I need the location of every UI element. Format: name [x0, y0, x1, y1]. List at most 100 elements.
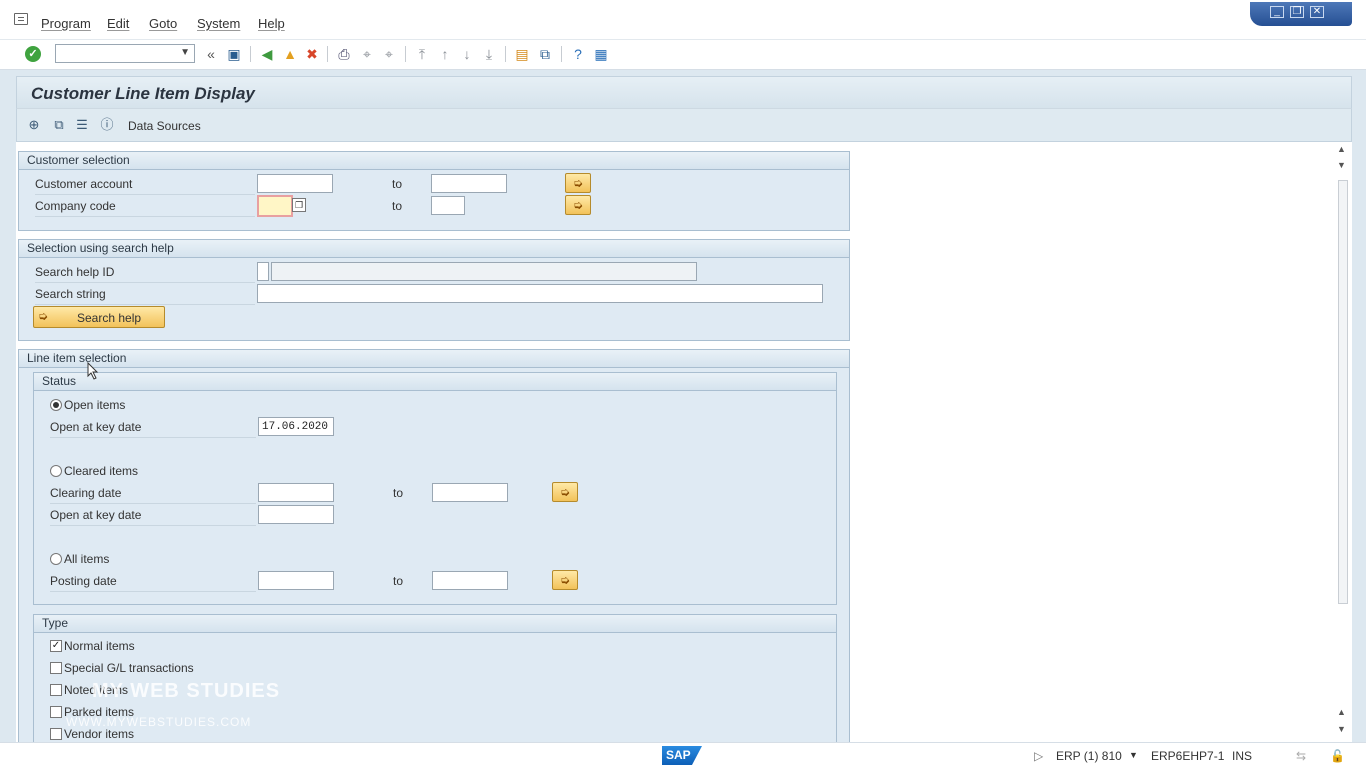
- variant-icon[interactable]: ⧉: [51, 117, 67, 133]
- posting-date-to-input[interactable]: [432, 571, 508, 590]
- scroll-thumb[interactable]: [1338, 180, 1348, 604]
- find-next-icon[interactable]: ⌖: [380, 45, 398, 63]
- customer-account-to-input[interactable]: [431, 174, 507, 193]
- toolbar-separator: [327, 46, 328, 62]
- selection-screen: Customer selection Customer account to ➭…: [16, 142, 1352, 742]
- insert-mode[interactable]: INS: [1232, 749, 1252, 763]
- restore-icon[interactable]: ❐: [1290, 6, 1304, 18]
- normal-items-checkbox[interactable]: ✓: [50, 640, 62, 652]
- status-group: Status Open items Open at key date Clear…: [33, 372, 837, 605]
- scroll-page-up-icon[interactable]: ▲: [1337, 707, 1346, 717]
- to-label: to: [392, 177, 403, 191]
- search-help-id-label: Search help ID: [35, 265, 255, 283]
- cleared-items-label: Cleared items: [64, 464, 139, 478]
- status-bar: SAP ▷ ERP (1) 810 ▼ ERP6EHP7-1 INS ⇆ 🔓: [0, 742, 1366, 768]
- search-help-group: Selection using search help Search help …: [18, 239, 850, 341]
- next-page-icon[interactable]: ↓: [458, 45, 476, 63]
- lock-icon[interactable]: 🔓: [1330, 749, 1345, 763]
- open-items-label: Open items: [64, 398, 126, 412]
- help-icon[interactable]: ?: [569, 45, 587, 63]
- customer-account-label: Customer account: [35, 177, 255, 195]
- special-gl-label: Special G/L transactions: [64, 661, 194, 675]
- print-icon[interactable]: ⎙: [335, 45, 353, 63]
- customer-account-from-input[interactable]: [257, 174, 333, 193]
- info-icon[interactable]: ⓘ: [99, 117, 115, 133]
- parked-items-checkbox[interactable]: [50, 706, 62, 718]
- first-page-icon[interactable]: ⤒: [413, 45, 431, 63]
- expand-status-icon[interactable]: ▷: [1034, 749, 1043, 763]
- group-title: Selection using search help: [19, 240, 849, 258]
- customer-selection-group: Customer selection Customer account to ➭…: [18, 151, 850, 231]
- command-field[interactable]: ▼: [55, 44, 195, 63]
- cleared-open-at-key-date-input[interactable]: [258, 505, 334, 524]
- chevron-down-icon[interactable]: ▼: [180, 47, 190, 58]
- layout-icon[interactable]: ▦: [592, 45, 610, 63]
- multiple-selection-button[interactable]: ➭: [552, 570, 578, 590]
- command-input[interactable]: [56, 45, 174, 62]
- vendor-items-label: Vendor items: [64, 727, 135, 741]
- noted-items-checkbox[interactable]: [50, 684, 62, 696]
- search-help-button-label: Search help: [77, 311, 142, 325]
- menu-bar: Program Edit Goto System Help _ ❐ ✕: [0, 0, 1366, 40]
- chevron-down-icon[interactable]: ▼: [1129, 750, 1138, 760]
- new-session-icon[interactable]: ▤: [513, 45, 531, 63]
- to-label: to: [393, 574, 404, 588]
- previous-page-icon[interactable]: ↑: [436, 45, 454, 63]
- group-title: Line item selection: [19, 350, 849, 368]
- all-items-radio[interactable]: [50, 553, 62, 565]
- cleared-open-at-key-date-label: Open at key date: [50, 508, 256, 526]
- to-label: to: [393, 486, 404, 500]
- search-help-id-input[interactable]: [257, 262, 269, 281]
- system-info[interactable]: ERP (1) 810: [1056, 749, 1122, 763]
- enter-icon[interactable]: ✓: [25, 46, 41, 62]
- scroll-up-icon[interactable]: ▲: [1337, 144, 1346, 154]
- group-title: Customer selection: [19, 152, 849, 170]
- scroll-down-icon[interactable]: ▼: [1337, 724, 1346, 734]
- multiple-selection-button[interactable]: ➭: [565, 195, 591, 215]
- menu-program[interactable]: Program: [41, 16, 91, 31]
- multiple-selection-button[interactable]: ➭: [552, 482, 578, 502]
- back-icon[interactable]: ◀: [258, 45, 276, 63]
- search-string-input[interactable]: [257, 284, 823, 303]
- scroll-page-down-icon[interactable]: ▼: [1337, 160, 1346, 170]
- vendor-items-checkbox[interactable]: [50, 728, 62, 740]
- page-title: Customer Line Item Display: [31, 84, 255, 103]
- close-icon[interactable]: ✕: [1310, 6, 1324, 18]
- cancel-icon[interactable]: ✖: [303, 45, 321, 63]
- all-items-label: All items: [64, 552, 110, 566]
- company-code-to-input[interactable]: [431, 196, 465, 215]
- title-bar: Customer Line Item Display: [16, 76, 1352, 108]
- menu-goto[interactable]: Goto: [149, 16, 177, 31]
- vertical-scrollbar[interactable]: ▲ ▼ ▲ ▼: [1336, 142, 1350, 742]
- special-gl-checkbox[interactable]: [50, 662, 62, 674]
- shortcut-icon[interactable]: ⧉: [536, 45, 554, 63]
- watermark-url: WWW.MYWEBSTUDIES.COM: [66, 715, 252, 729]
- execute-icon[interactable]: ⊕: [26, 117, 42, 133]
- menu-edit[interactable]: Edit: [107, 16, 129, 31]
- toolbar-separator: [405, 46, 406, 62]
- menu-icon[interactable]: [14, 13, 28, 25]
- save-icon[interactable]: ▣: [225, 45, 243, 63]
- clearing-date-from-input[interactable]: [258, 483, 334, 502]
- company-code-from-input[interactable]: [257, 195, 293, 217]
- last-page-icon[interactable]: ⤓: [480, 45, 498, 63]
- search-help-button[interactable]: ➭ Search help: [33, 306, 165, 328]
- exit-icon[interactable]: ▲: [281, 45, 299, 63]
- selection-options-icon[interactable]: ☰: [74, 117, 90, 133]
- minimize-icon[interactable]: _: [1270, 6, 1284, 18]
- clearing-date-to-input[interactable]: [432, 483, 508, 502]
- menu-system[interactable]: System: [197, 16, 240, 31]
- value-help-icon[interactable]: ❐: [292, 198, 306, 212]
- open-items-radio[interactable]: [50, 399, 62, 411]
- data-sources-button[interactable]: Data Sources: [128, 119, 201, 133]
- posting-date-from-input[interactable]: [258, 571, 334, 590]
- open-at-key-date-input[interactable]: [258, 417, 334, 436]
- cleared-items-radio[interactable]: [50, 465, 62, 477]
- collapse-icon[interactable]: «: [202, 45, 220, 63]
- open-at-key-date-label: Open at key date: [50, 420, 256, 438]
- multiple-selection-button[interactable]: ➭: [565, 173, 591, 193]
- watermark-title: MY WEB STUDIES: [92, 680, 281, 702]
- menu-help[interactable]: Help: [258, 16, 285, 31]
- posting-date-label: Posting date: [50, 574, 256, 592]
- find-icon[interactable]: ⌖: [358, 45, 376, 63]
